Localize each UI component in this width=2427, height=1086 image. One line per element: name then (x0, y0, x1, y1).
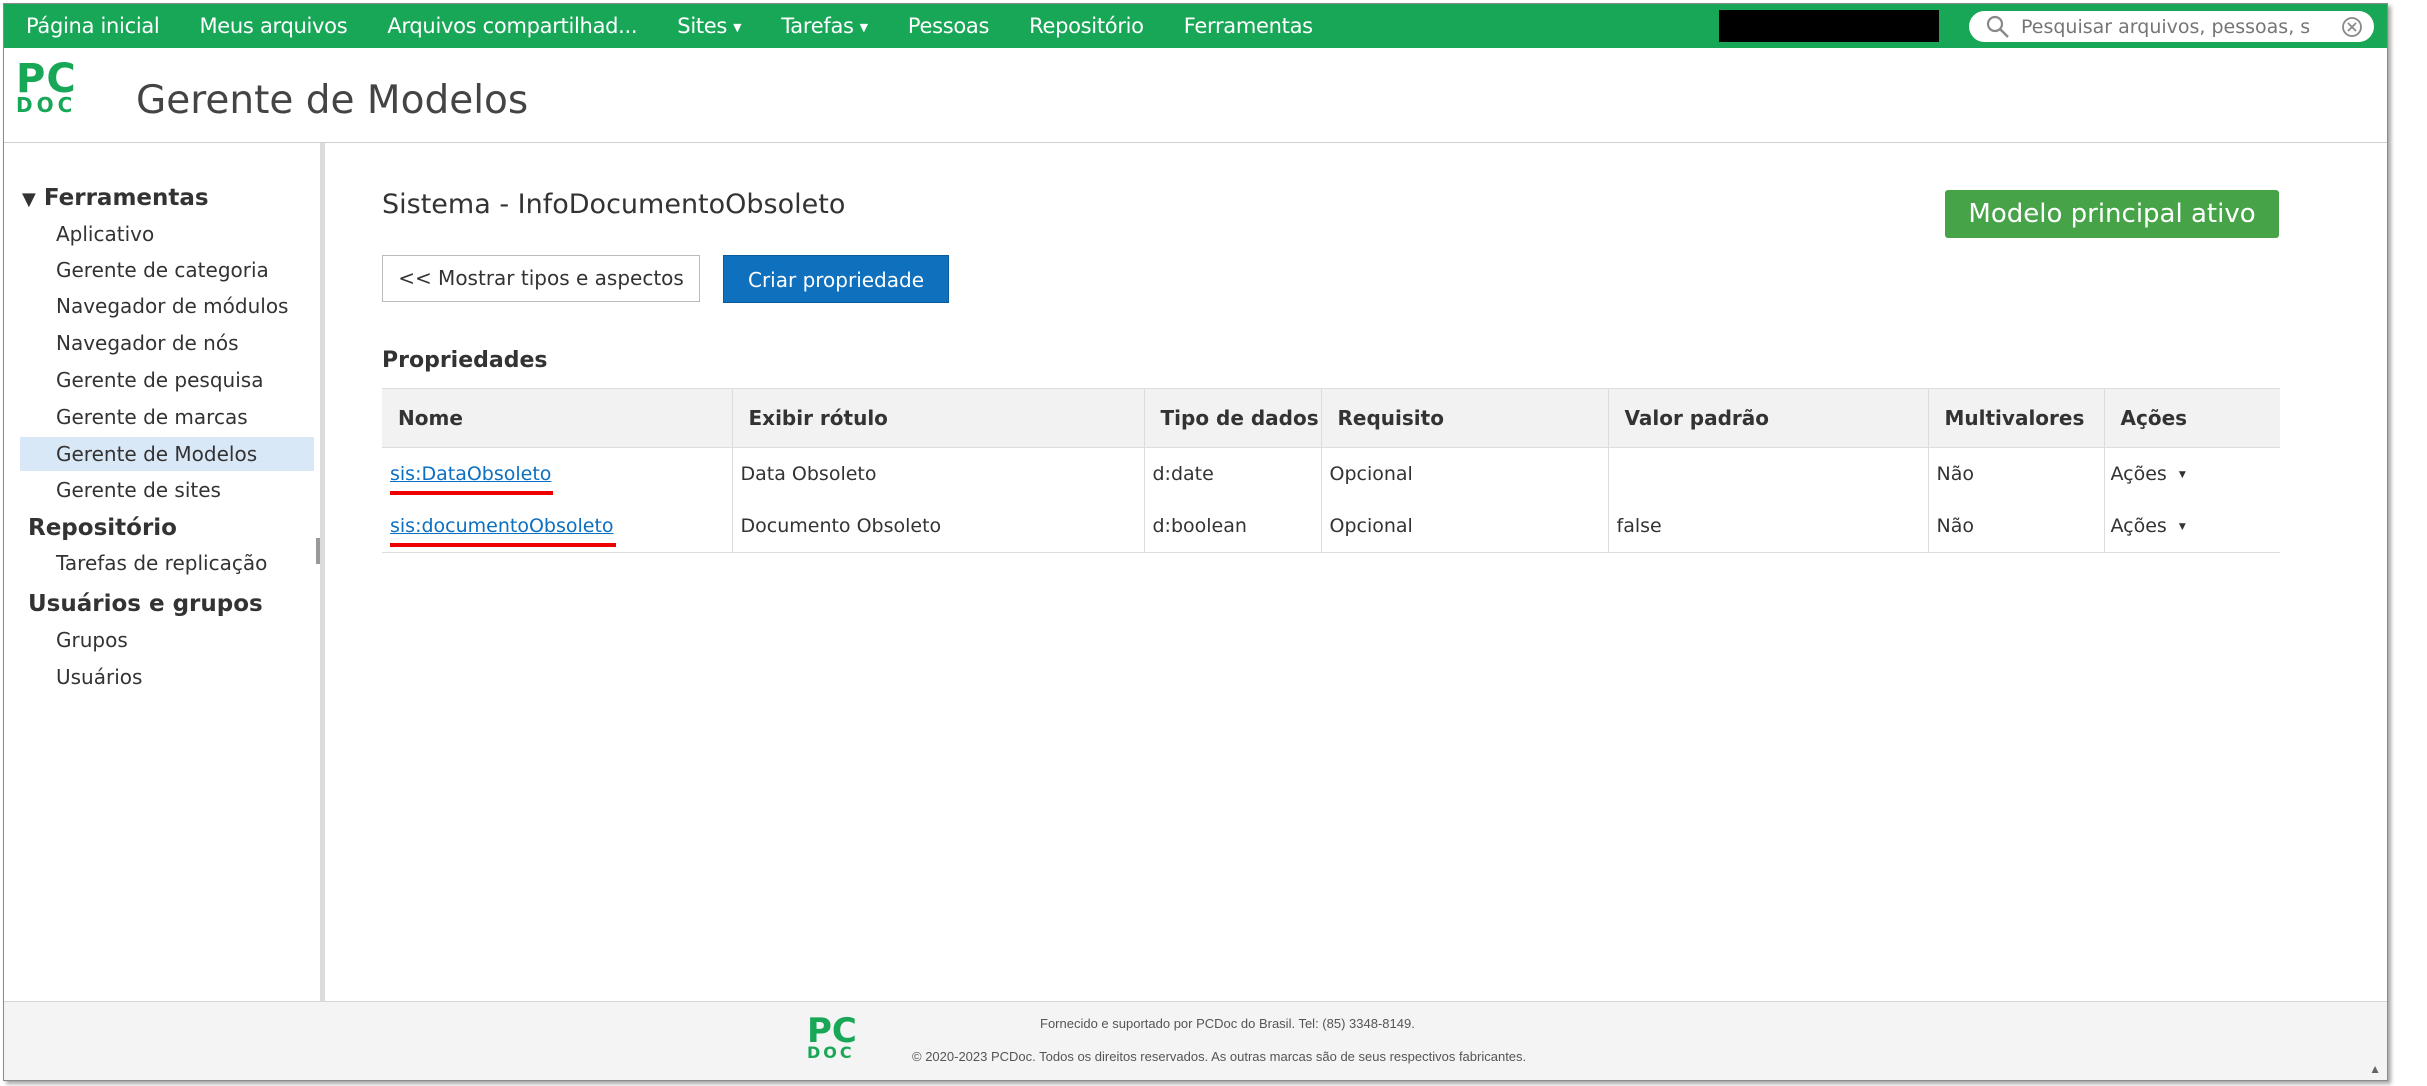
column-header-label[interactable]: Exibir rótulo (731, 388, 1144, 448)
sidebar-item-replicacao[interactable]: Tarefas de replicação (20, 546, 314, 580)
column-header-multivalue[interactable]: Multivalores (1927, 388, 2104, 448)
nav-repository[interactable]: Repositório (1009, 14, 1164, 38)
logo-pc-text: PC (16, 56, 77, 102)
property-label: Data Obsoleto (731, 447, 1144, 500)
table-row: sis:DataObsoleto Data Obsoleto d:date Op… (382, 447, 2280, 500)
sidebar: ▼ Ferramentas Aplicativo Gerente de cate… (4, 143, 325, 1003)
caret-down-icon: ▼ (2178, 469, 2186, 480)
sidebar-group-repository[interactable]: Repositório (28, 515, 177, 541)
nav-tasks-label: Tarefas (781, 14, 854, 38)
property-requirement: Opcional (1320, 500, 1608, 553)
footer-logo-pc-text: PC (807, 1011, 857, 1051)
actions-dropdown[interactable]: Ações ▼ (2103, 500, 2280, 553)
nav-sites[interactable]: Sites ▼ (657, 14, 761, 38)
sidebar-item-marcas[interactable]: Gerente de marcas (20, 400, 314, 434)
sidebar-item-grupos[interactable]: Grupos (20, 623, 314, 657)
show-types-button[interactable]: << Mostrar tipos e aspectos (382, 255, 700, 302)
property-name-text: sis:DataObsoleto (390, 463, 552, 485)
footer-pcdoc-logo: PC DOC (807, 1011, 857, 1062)
red-highlight-underline (390, 491, 554, 495)
page-footer: PC DOC Fornecido e suportado por PCDoc d… (4, 1001, 2387, 1080)
sidebar-item-nos[interactable]: Navegador de nós (20, 326, 314, 360)
sidebar-item-sites[interactable]: Gerente de sites (20, 473, 314, 507)
property-name-text: sis:documentoObsoleto (390, 515, 614, 537)
properties-heading: Propriedades (382, 348, 548, 373)
caret-down-icon: ▼ (859, 20, 868, 34)
clear-search-icon[interactable] (2340, 15, 2364, 39)
property-label: Documento Obsoleto (731, 500, 1144, 553)
property-default (1607, 447, 1928, 500)
search-box (1969, 11, 2374, 42)
actions-label: Ações (2110, 515, 2167, 537)
column-header-type[interactable]: Tipo de dados (1143, 388, 1321, 448)
page-title: Gerente de Modelos (136, 78, 529, 123)
table-row: sis:documentoObsoleto Documento Obsoleto… (382, 500, 2280, 553)
sidebar-group-users-groups[interactable]: Usuários e grupos (28, 591, 263, 617)
nav-shared-files[interactable]: Arquivos compartilhad... (367, 14, 657, 38)
sidebar-resize-handle[interactable] (316, 538, 320, 564)
nav-people[interactable]: Pessoas (888, 14, 1009, 38)
property-multivalue: Não (1927, 447, 2104, 500)
redacted-user-menu[interactable] (1719, 10, 1939, 42)
actions-dropdown[interactable]: Ações ▼ (2103, 447, 2280, 500)
properties-table: Nome Exibir rótulo Tipo de dados Requisi… (382, 388, 2280, 553)
logo-doc-text: DOC (16, 93, 77, 117)
property-default: false (1607, 500, 1928, 553)
search-icon[interactable] (1983, 12, 2013, 42)
nav-tools[interactable]: Ferramentas (1164, 14, 1333, 38)
property-type: d:boolean (1143, 500, 1321, 553)
top-navigation-bar: Página inicial Meus arquivos Arquivos co… (4, 4, 2387, 48)
sidebar-item-categoria[interactable]: Gerente de categoria (20, 253, 314, 287)
table-header-row: Nome Exibir rótulo Tipo de dados Requisi… (382, 388, 2280, 448)
nav-home[interactable]: Página inicial (4, 14, 179, 38)
sidebar-group-tools[interactable]: ▼ Ferramentas (22, 185, 209, 211)
nav-sites-label: Sites (677, 14, 728, 38)
actions-label: Ações (2110, 463, 2167, 485)
nav-my-files[interactable]: Meus arquivos (179, 14, 367, 38)
pcdoc-logo[interactable]: PC DOC (16, 56, 77, 117)
create-property-button[interactable]: Criar propriedade (723, 255, 949, 303)
caret-down-icon: ▼ (733, 20, 742, 34)
page-header: PC DOC Gerente de Modelos (4, 48, 2387, 143)
sidebar-item-usuarios[interactable]: Usuários (20, 660, 314, 694)
active-model-button[interactable]: Modelo principal ativo (1945, 190, 2279, 238)
caret-down-icon: ▼ (2178, 521, 2186, 532)
scroll-down-arrow-icon[interactable]: ▲ (2369, 1062, 2381, 1076)
sidebar-group-label: Ferramentas (43, 185, 209, 211)
column-header-default[interactable]: Valor padrão (1607, 388, 1928, 448)
main-content: Sistema - InfoDocumentoObsoleto Modelo p… (326, 143, 2386, 1003)
property-type: d:date (1143, 447, 1321, 500)
footer-copyright-text: © 2020-2023 PCDoc. Todos os direitos res… (912, 1049, 1527, 1064)
search-input[interactable] (2019, 14, 2313, 39)
column-header-requirement[interactable]: Requisito (1320, 388, 1608, 448)
property-name-link[interactable]: sis:DataObsoleto (390, 463, 554, 495)
sidebar-item-pesquisa[interactable]: Gerente de pesquisa (20, 363, 314, 397)
property-requirement: Opcional (1320, 447, 1608, 500)
sidebar-item-modelos[interactable]: Gerente de Modelos (20, 437, 314, 471)
red-highlight-underline (390, 543, 616, 547)
app-window: Página inicial Meus arquivos Arquivos co… (3, 3, 2388, 1081)
property-multivalue: Não (1927, 500, 2104, 553)
sidebar-item-aplicativo[interactable]: Aplicativo (20, 217, 314, 251)
column-header-name[interactable]: Nome (382, 388, 732, 448)
triangle-down-icon: ▼ (22, 189, 36, 210)
nav-tasks[interactable]: Tarefas ▼ (761, 14, 888, 38)
column-header-actions: Ações (2103, 388, 2280, 448)
property-name-link[interactable]: sis:documentoObsoleto (390, 515, 616, 547)
model-type-title: Sistema - InfoDocumentoObsoleto (382, 189, 846, 220)
footer-logo-doc-text: DOC (807, 1043, 855, 1062)
sidebar-item-modulos[interactable]: Navegador de módulos (20, 289, 314, 323)
footer-support-text: Fornecido e suportado por PCDoc do Brasi… (1040, 1016, 1415, 1031)
